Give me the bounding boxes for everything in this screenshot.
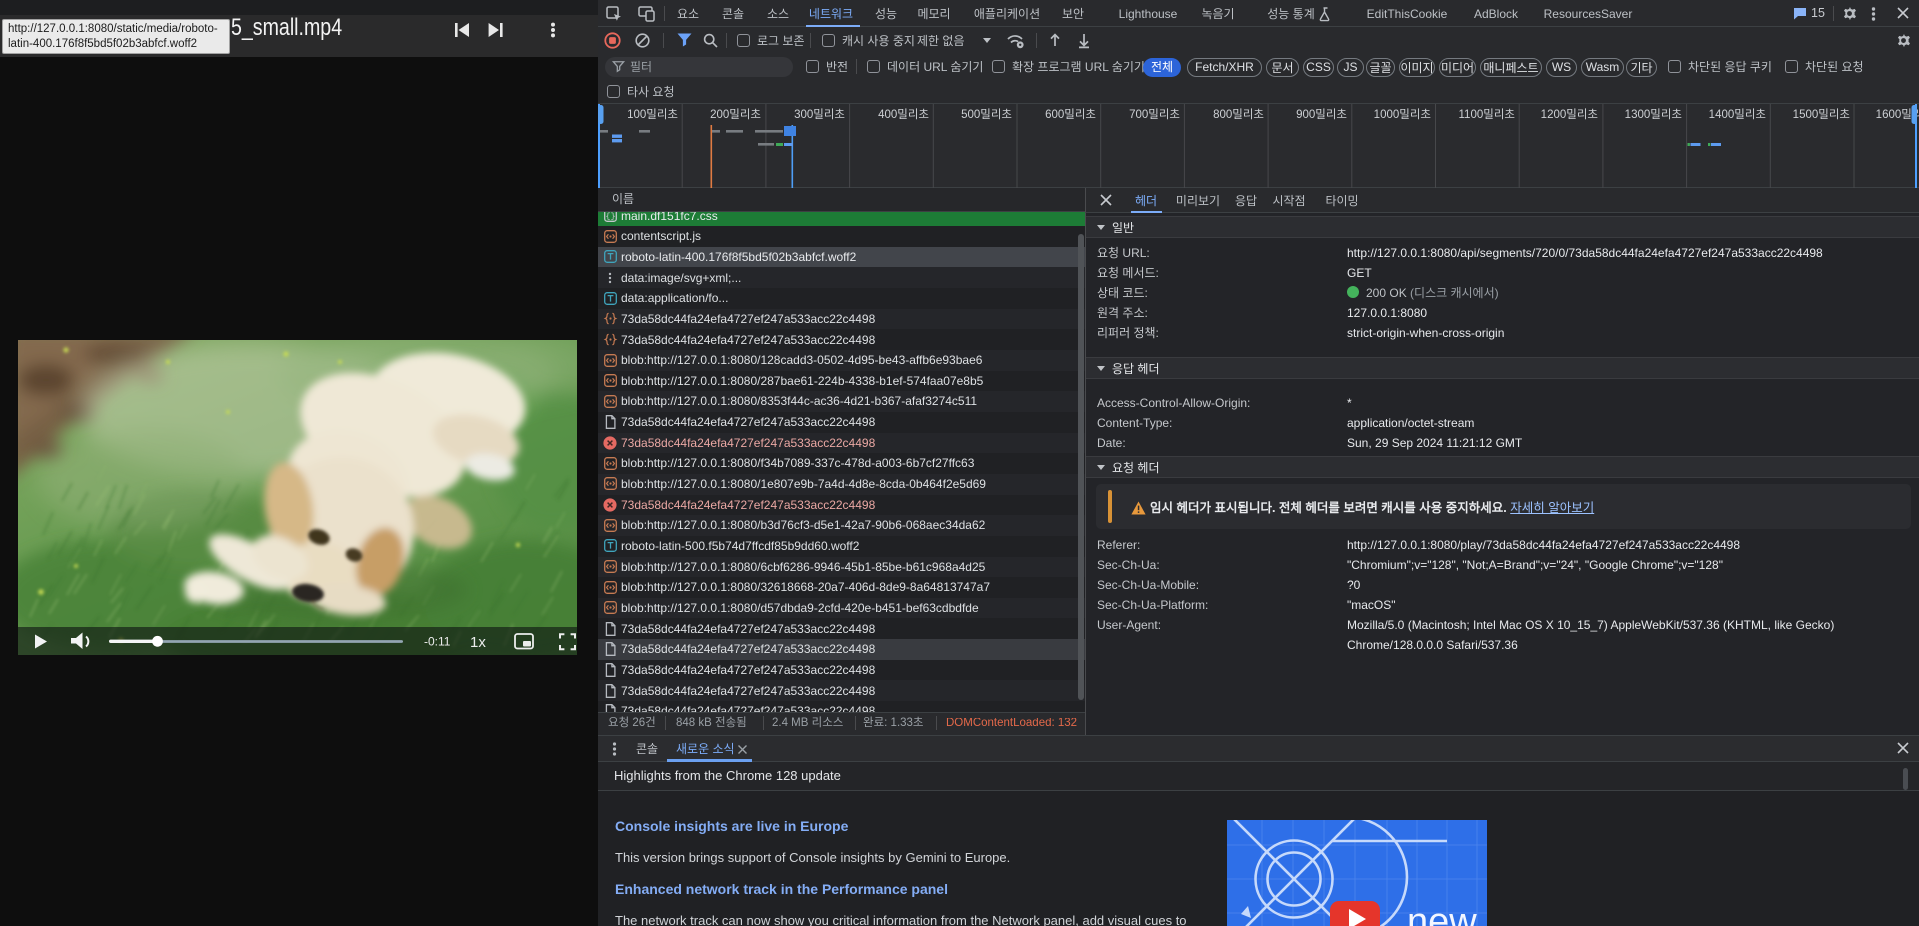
svg-text:new: new — [1407, 901, 1477, 926]
svg-text:1x: 1x — [470, 634, 486, 651]
svg-text:{}: {} — [605, 212, 615, 222]
svg-text:-0:11: -0:11 — [424, 635, 451, 649]
